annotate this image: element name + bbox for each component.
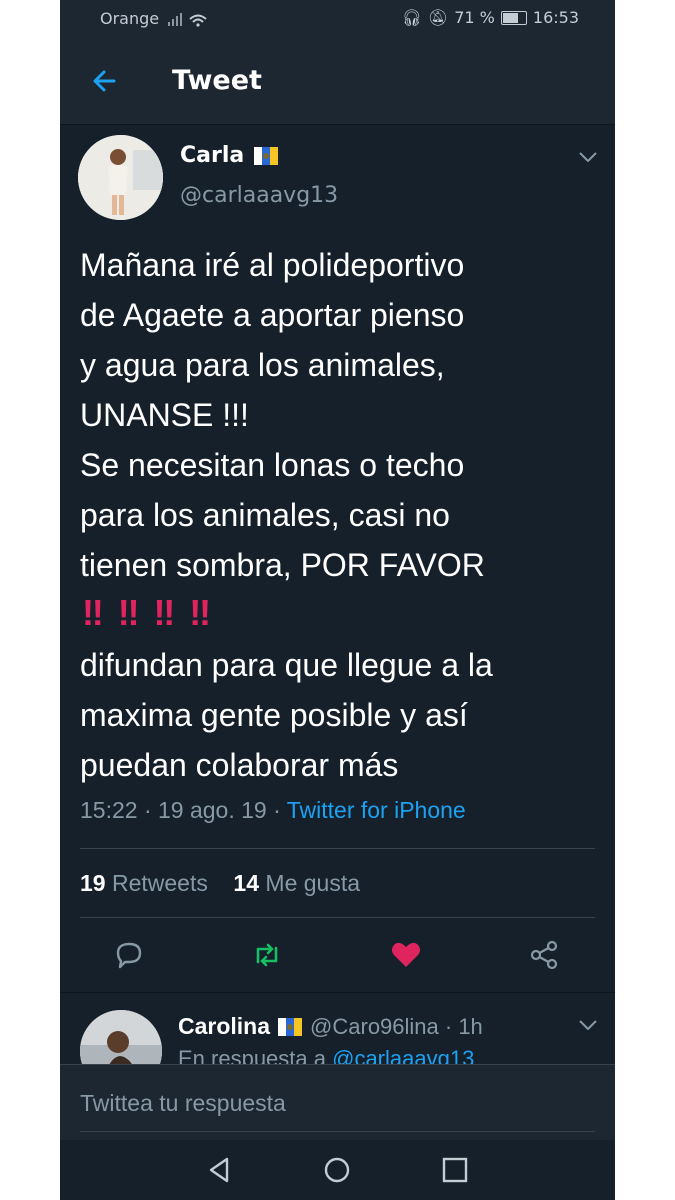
page-title: Tweet bbox=[172, 65, 262, 96]
avatar[interactable] bbox=[78, 135, 163, 220]
chevron-down-icon[interactable] bbox=[579, 1020, 597, 1030]
nav-home-icon[interactable] bbox=[322, 1155, 352, 1185]
heart-icon[interactable] bbox=[389, 938, 423, 972]
divider bbox=[80, 917, 595, 918]
in-reply-to: En respuesta a @carlaaavg13 bbox=[178, 1046, 475, 1064]
divider bbox=[80, 1131, 595, 1132]
tweet-timestamp: 15:22 · 19 ago. 19 · bbox=[80, 797, 281, 823]
battery-icon bbox=[500, 10, 527, 25]
share-icon[interactable] bbox=[527, 938, 561, 972]
double-exclamation-icon: ‼ bbox=[82, 592, 104, 633]
double-exclamation-icon: ‼ bbox=[189, 592, 211, 633]
tweet-meta: 15:22 · 19 ago. 19 · Twitter for iPhone bbox=[80, 797, 466, 824]
divider bbox=[60, 992, 615, 993]
chevron-down-icon[interactable] bbox=[579, 152, 597, 162]
divider bbox=[80, 848, 595, 849]
tweet-actions bbox=[60, 930, 615, 982]
nav-recents-icon[interactable] bbox=[440, 1155, 470, 1185]
tweet-text-continued: difundan para que llegue a la maxima gen… bbox=[80, 647, 493, 783]
phone-screen: Orange 🎧︎ 🔕︎ 71 % 16:53 Tweet Carla @car… bbox=[60, 0, 615, 1200]
clock: 16:53 bbox=[532, 8, 579, 27]
retweets-stat[interactable]: 19 Retweets bbox=[80, 870, 208, 896]
reply-author[interactable]: Carolina @Caro96lina · 1h bbox=[178, 1013, 483, 1040]
tweet-text: Mañana iré al polideportivo de Agaete a … bbox=[80, 247, 485, 583]
canary-flag-icon bbox=[278, 1017, 303, 1036]
double-exclamation-icon: ‼ bbox=[153, 592, 176, 633]
signal-wifi-icon bbox=[168, 13, 207, 27]
reply-icon[interactable] bbox=[112, 938, 146, 972]
author-name[interactable]: Carla bbox=[180, 143, 279, 168]
headphones-icon: 🎧︎ bbox=[401, 8, 422, 27]
back-arrow-icon[interactable] bbox=[88, 64, 122, 98]
nav-back-icon[interactable] bbox=[205, 1155, 235, 1185]
tweet-stats: 19 Retweets 14 Me gusta bbox=[80, 870, 360, 897]
likes-stat[interactable]: 14 Me gusta bbox=[233, 870, 360, 896]
battery-percent: 71 % bbox=[454, 8, 495, 27]
retweet-icon[interactable] bbox=[250, 938, 284, 972]
status-bar: Orange 🎧︎ 🔕︎ 71 % 16:53 bbox=[60, 0, 615, 38]
tweet-source-link[interactable]: Twitter for iPhone bbox=[287, 797, 466, 823]
mute-bell-icon: 🔕︎ bbox=[427, 8, 449, 27]
author-handle[interactable]: @carlaaavg13 bbox=[180, 183, 338, 208]
top-app-bar: Tweet bbox=[60, 38, 615, 125]
double-exclamation-icon: ‼ bbox=[117, 592, 140, 633]
reply-input[interactable]: Twittea tu respuesta bbox=[80, 1090, 286, 1117]
double-exclamation-emojis: ‼ ‼ ‼ ‼ bbox=[82, 592, 211, 634]
android-nav-bar bbox=[60, 1140, 615, 1200]
canary-flag-icon bbox=[254, 146, 279, 165]
carrier-label: Orange bbox=[100, 9, 160, 28]
